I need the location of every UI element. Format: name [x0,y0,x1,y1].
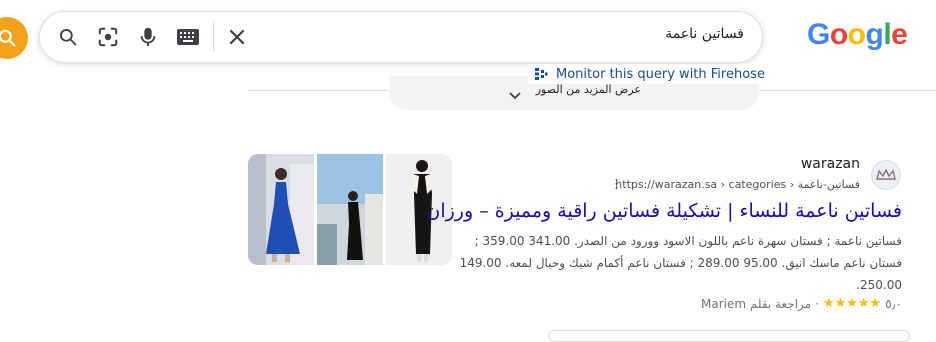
snippet-line: فساتين ناعمة ; فستان سهرة ناعم باللون ال… [474,234,902,248]
logo-letter: o [847,18,866,51]
logo-letter: G [807,18,830,51]
result-title-link[interactable]: فساتين ناعمة للنساء | تشكيلة فساتين راقي… [426,200,902,222]
firehose-label: Monitor this query with Firehose [556,66,765,82]
search-icon[interactable] [56,25,80,49]
site-name: warazan [800,156,860,172]
logo-letter: l [883,18,892,51]
search-input[interactable]: فساتين ناعمة [665,26,744,42]
clear-icon[interactable] [225,25,249,49]
result-image-strip[interactable] [248,154,452,265]
chevron-down-icon [509,85,521,104]
search-icon [0,29,16,47]
site-url[interactable]: https://warazan.sa › categories › فساتين… [615,178,860,191]
search-divider [213,22,214,52]
google-logo[interactable]: Google [807,18,908,52]
floating-search-button[interactable] [0,17,28,59]
star-rating-icon: ★★★★★ [822,296,882,311]
logo-letter: o [829,18,848,51]
rating-value: ٥٫٠ [885,296,902,311]
crown-logo-icon [876,169,896,180]
logo-letter: g [865,18,884,51]
snippet-line: 250.00. [856,278,902,292]
more-options-icon[interactable]: ⋮ [610,177,623,192]
lens-camera-icon[interactable] [96,25,120,49]
next-result-card [548,330,910,342]
site-favicon[interactable] [871,160,901,190]
snippet-line: فستان ناعم ماسك انيق. 95.00 289.00 ; فست… [459,256,902,270]
search-box[interactable]: فساتين ناعمة [39,11,763,63]
separator: · [815,296,819,311]
review-author: مراجعة بقلم Mariem [701,296,812,311]
firehose-icon [535,68,548,80]
firehose-monitor-link[interactable]: Monitor this query with Firehose [528,64,771,84]
rating-row: ٥٫٠ ★★★★★ · مراجعة بقلم Mariem [701,296,902,311]
result-image[interactable] [248,154,314,265]
microphone-icon[interactable] [136,25,160,49]
result-image[interactable] [317,154,383,265]
more-images-label: عرض المزيد من الصور [535,83,641,96]
logo-letter: e [891,18,908,51]
keyboard-icon[interactable] [176,25,200,49]
